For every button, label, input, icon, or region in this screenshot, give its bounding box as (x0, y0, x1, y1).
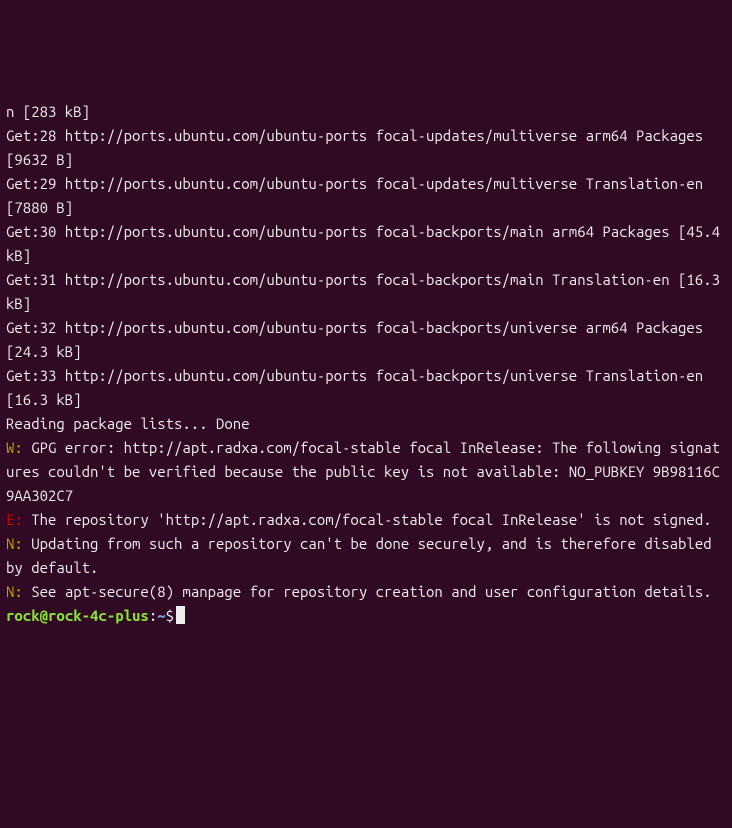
terminal-text: The repository 'http://apt.radxa.com/foc… (23, 511, 712, 528)
prompt-line: rock@rock-4c-plus:~$ (6, 604, 726, 628)
terminal-line: n [283 kB] (6, 100, 726, 124)
terminal-line: Get:30 http://ports.ubuntu.com/ubuntu-po… (6, 220, 726, 268)
terminal-line: Get:29 http://ports.ubuntu.com/ubuntu-po… (6, 172, 726, 220)
terminal-line: E: The repository 'http://apt.radxa.com/… (6, 508, 726, 532)
terminal-line: Get:28 http://ports.ubuntu.com/ubuntu-po… (6, 124, 726, 172)
warn-prefix: W: (6, 439, 23, 456)
notice-prefix: N: (6, 535, 23, 552)
terminal-line: Get:31 http://ports.ubuntu.com/ubuntu-po… (6, 268, 726, 316)
notice-prefix: N: (6, 583, 23, 600)
terminal-text: Updating from such a repository can't be… (6, 535, 720, 576)
cursor (176, 606, 185, 624)
terminal-line: N: See apt-secure(8) manpage for reposit… (6, 580, 726, 604)
terminal-line: W: GPG error: http://apt.radxa.com/focal… (6, 436, 726, 508)
terminal-line: Get:32 http://ports.ubuntu.com/ubuntu-po… (6, 316, 726, 364)
terminal-output[interactable]: n [283 kB]Get:28 http://ports.ubuntu.com… (6, 100, 726, 708)
terminal-line: N: Updating from such a repository can't… (6, 532, 726, 580)
terminal-line: Get:33 http://ports.ubuntu.com/ubuntu-po… (6, 364, 726, 412)
err-prefix: E: (6, 511, 23, 528)
terminal-line: Reading package lists... Done (6, 412, 726, 436)
terminal-text: GPG error: http://apt.radxa.com/focal-st… (6, 439, 720, 504)
terminal-text: See apt-secure(8) manpage for repository… (23, 583, 712, 600)
